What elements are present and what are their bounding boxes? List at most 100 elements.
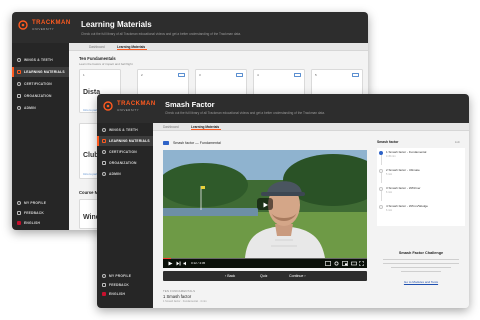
badge-icon xyxy=(102,150,106,154)
admin-icon xyxy=(102,172,106,176)
lesson-title: Smash factor — Fundamental xyxy=(173,141,221,145)
sidebar-item-label: CERTIFICATION xyxy=(24,82,52,86)
challenge-text-line xyxy=(391,267,451,268)
playlist-item[interactable]: 4 Smash factor - W/Iron/Wedge 6 min xyxy=(377,202,465,216)
brand-name: TRACKMAN xyxy=(117,101,156,107)
tab-dashboard[interactable]: Dashboard xyxy=(163,125,179,129)
top-bar: TRACKMAN UNIVERSITY Learning Materials C… xyxy=(12,12,368,43)
quiz-button[interactable]: Quiz xyxy=(260,274,267,278)
sidebar-item-admin[interactable]: ADMIN xyxy=(12,103,69,113)
card-number: 4 xyxy=(257,73,259,77)
challenge-text-line xyxy=(383,263,459,264)
playlist-item-title: 2 Smash factor - Ultimate xyxy=(386,168,420,172)
sidebar-item-label: ENGLISH xyxy=(24,221,41,225)
playlist-item-duration: 6 min xyxy=(386,191,393,194)
flag-icon xyxy=(17,221,21,225)
play-icon xyxy=(263,202,268,208)
brand-name: TRACKMAN xyxy=(32,20,71,26)
sidebar-item-english[interactable]: ENGLISH xyxy=(97,289,153,299)
sidebar-item-feedback[interactable]: FEEDBACK xyxy=(12,208,69,218)
captions-icon[interactable] xyxy=(325,261,331,266)
card-tag: Intro to part xyxy=(83,172,98,176)
brand-logo[interactable]: TRACKMAN UNIVERSITY xyxy=(18,20,78,36)
continue-button-label: Continue xyxy=(289,273,304,278)
fundamental-card[interactable]: 2 xyxy=(137,69,189,97)
tab-dashboard[interactable]: Dashboard xyxy=(89,45,105,49)
playlist-item[interactable]: 1 Smash factor - Fundamental 4:45 min xyxy=(377,148,465,165)
wing-icon xyxy=(102,128,106,132)
org-icon xyxy=(102,161,106,165)
fullscreen-icon[interactable] xyxy=(359,261,364,266)
timeline-connector xyxy=(381,155,382,165)
sidebar-item-organization[interactable]: ORGANIZATION xyxy=(97,158,153,168)
miniplayer-icon[interactable] xyxy=(342,261,348,266)
sidebar-item-wings-teeth[interactable]: WINGS & TEETH xyxy=(97,125,153,135)
sidebar-item-admin[interactable]: ADMIN xyxy=(97,169,153,179)
video-icon xyxy=(294,73,301,77)
timeline-connector xyxy=(381,191,382,201)
lesson-meta: 1 Smash factor · Fundamental · 4 min xyxy=(163,300,207,303)
sidebar-item-label: ADMIN xyxy=(24,106,36,110)
book-icon xyxy=(102,139,106,143)
sidebar-item-learning-materials[interactable]: LEARNING MATERIALS xyxy=(97,136,153,146)
card-number: 3 xyxy=(199,73,201,77)
brand-logo[interactable]: TRACKMAN UNIVERSITY xyxy=(103,101,163,117)
volume-icon[interactable] xyxy=(183,261,188,266)
theater-mode-icon[interactable] xyxy=(351,261,357,266)
flag-icon xyxy=(102,292,106,296)
playlist-item[interactable]: 2 Smash factor - Ultimate 5 min xyxy=(377,166,465,183)
fundamental-card[interactable]: 3 xyxy=(195,69,247,97)
card-number: 1 xyxy=(83,73,85,77)
playlist: 1 Smash factor - Fundamental 4:45 min 2 … xyxy=(377,148,465,226)
sidebar-item-label: ORGANIZATION xyxy=(109,161,137,165)
tab-bar: Dashboard Learning Materials xyxy=(69,43,368,51)
playlist-item-title: 4 Smash factor - W/Iron/Wedge xyxy=(386,204,428,208)
progress-dot-icon xyxy=(379,205,383,209)
playlist-item[interactable]: 3 Smash factor - W/Driver 6 min xyxy=(377,184,465,201)
back-button-label: Back xyxy=(227,273,236,278)
sidebar-item-english[interactable]: ENGLISH xyxy=(12,218,69,228)
book-icon xyxy=(17,70,21,74)
video-icon xyxy=(163,141,169,145)
tab-active-indicator xyxy=(117,49,147,50)
sidebar-item-certification[interactable]: CERTIFICATION xyxy=(97,147,153,157)
tab-active-indicator xyxy=(191,129,221,130)
user-icon xyxy=(17,201,21,205)
sidebar-item-my-profile[interactable]: MY PROFILE xyxy=(12,198,69,208)
continue-button[interactable]: Continue › xyxy=(289,274,306,278)
challenge-text-line xyxy=(401,271,441,272)
challenge-title: Smash Factor Challenge xyxy=(398,251,444,255)
lesson-header: Smash factor — Fundamental xyxy=(163,140,221,146)
modules-and-tests-link[interactable]: Go to Modules and Tests xyxy=(377,280,465,284)
trackman-logo-icon xyxy=(18,20,28,30)
video-progress-track[interactable] xyxy=(163,258,367,260)
sidebar-item-wings-teeth[interactable]: WINGS & TEETH xyxy=(12,55,69,65)
play-overlay-button[interactable] xyxy=(257,198,273,210)
sidebar-item-label: LEARNING MATERIALS xyxy=(24,70,65,74)
sidebar-item-label: LEARNING MATERIALS xyxy=(109,139,150,143)
sidebar-item-label: ENGLISH xyxy=(109,292,126,296)
video-player[interactable]: 0:12 / 4:45 xyxy=(163,150,367,268)
sidebar-item-label: FEEDBACK xyxy=(109,283,129,287)
sidebar-item-learning-materials[interactable]: LEARNING MATERIALS xyxy=(12,67,69,77)
sidebar-item-organization[interactable]: ORGANIZATION xyxy=(12,91,69,101)
sidebar-item-label: CERTIFICATION xyxy=(109,150,137,154)
user-icon xyxy=(102,274,106,278)
video-time: 0:12 / 4:45 xyxy=(191,261,206,265)
back-button[interactable]: ‹ Back xyxy=(225,274,235,278)
feedback-icon xyxy=(102,283,106,287)
fundamental-card[interactable]: 4 xyxy=(253,69,305,97)
course-section-title: Course M xyxy=(79,190,99,195)
wing-icon xyxy=(17,58,21,62)
video-icon xyxy=(236,73,243,77)
playlist-item-duration: 6 min xyxy=(386,209,393,212)
edit-link[interactable]: Edit xyxy=(455,140,460,144)
skip-forward-icon[interactable] xyxy=(176,261,181,266)
video-controls: 0:12 / 4:45 xyxy=(163,258,367,268)
settings-gear-icon[interactable] xyxy=(334,261,339,266)
section-label: TEN FUNDAMENTALS xyxy=(163,289,196,293)
playlist-item-title: 1 Smash factor - Fundamental xyxy=(386,150,427,154)
sidebar-item-certification[interactable]: CERTIFICATION xyxy=(12,79,69,89)
fundamental-card[interactable]: 5 xyxy=(311,69,363,97)
play-icon[interactable] xyxy=(168,261,173,266)
